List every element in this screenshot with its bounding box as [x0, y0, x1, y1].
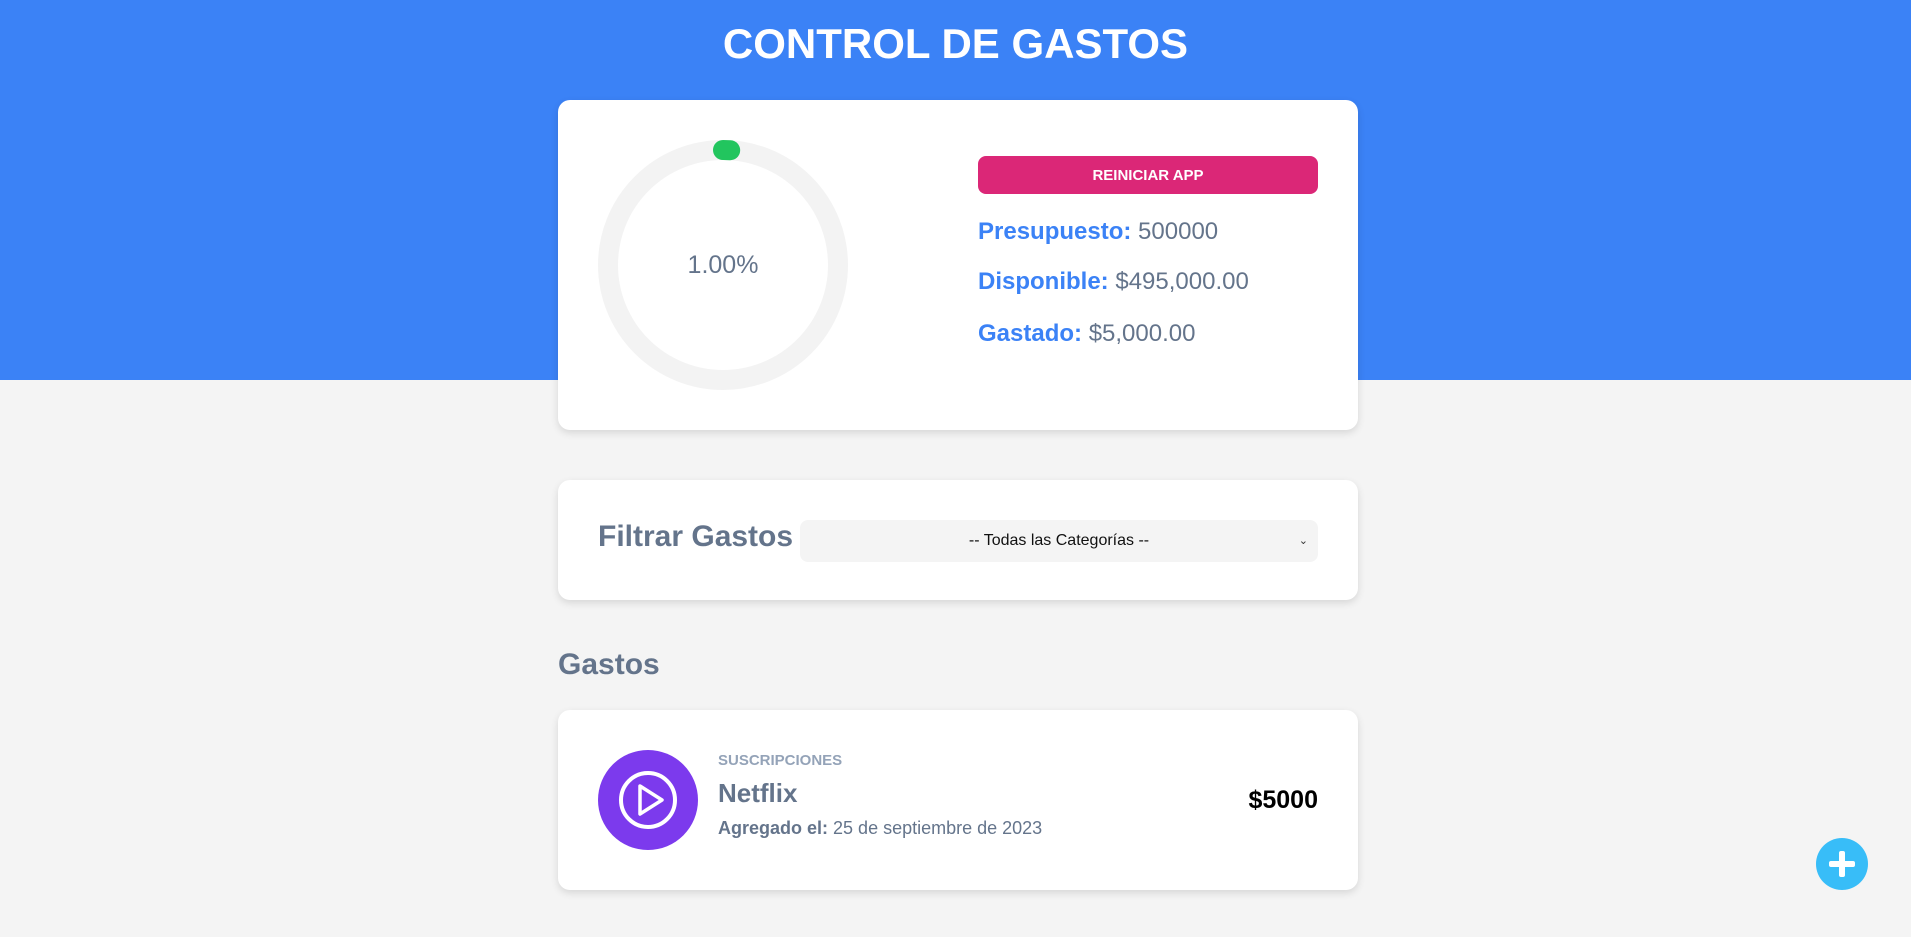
budget-amount: Presupuesto: 500000	[978, 218, 1218, 246]
expense-item[interactable]: SUSCRIPCIONES Netflix Agregado el: 25 de…	[558, 710, 1358, 890]
spent-amount-value: $5,000.00	[1088, 320, 1196, 347]
chevron-down-icon: ⌄	[1298, 535, 1308, 547]
category-filter-select[interactable]: -- Todas las Categorías -- ⌄	[800, 520, 1318, 562]
plus-icon	[1829, 851, 1855, 877]
filter-label: Filtrar Gastos	[598, 520, 794, 553]
available-amount-value: $495,000.00	[1115, 268, 1249, 295]
spent-amount: Gastado: $5,000.00	[978, 320, 1195, 348]
add-expense-button[interactable]	[1816, 838, 1868, 890]
reset-app-button[interactable]: REINICIAR APP	[978, 156, 1318, 194]
expense-category: SUSCRIPCIONES	[718, 752, 843, 769]
budget-amount-label: Presupuesto:	[978, 218, 1132, 245]
spent-amount-label: Gastado:	[978, 320, 1083, 347]
expense-amount: $5000	[1248, 786, 1318, 814]
expense-date-label: Agregado el:	[718, 818, 829, 838]
play-icon	[619, 771, 677, 829]
filter-card: Filtrar Gastos -- Todas las Categorías -…	[558, 480, 1358, 600]
budget-card: 1.00% REINICIAR APP Presupuesto: 500000 …	[558, 100, 1358, 430]
available-amount: Disponible: $495,000.00	[978, 268, 1249, 296]
page-title: CONTROL DE GASTOS	[722, 20, 1189, 67]
expense-date-value: 25 de septiembre de 2023	[833, 818, 1043, 838]
subscription-category-icon	[598, 750, 698, 850]
expenses-section-title: Gastos	[558, 648, 660, 681]
expense-name: Netflix	[718, 778, 798, 808]
category-filter-selected: -- Todas las Categorías --	[968, 532, 1150, 549]
expense-date: Agregado el: 25 de septiembre de 2023	[718, 818, 1042, 839]
budget-amount-value: 500000	[1138, 218, 1219, 245]
progress-percentage: 1.00%	[687, 250, 759, 279]
available-amount-label: Disponible:	[978, 268, 1109, 295]
